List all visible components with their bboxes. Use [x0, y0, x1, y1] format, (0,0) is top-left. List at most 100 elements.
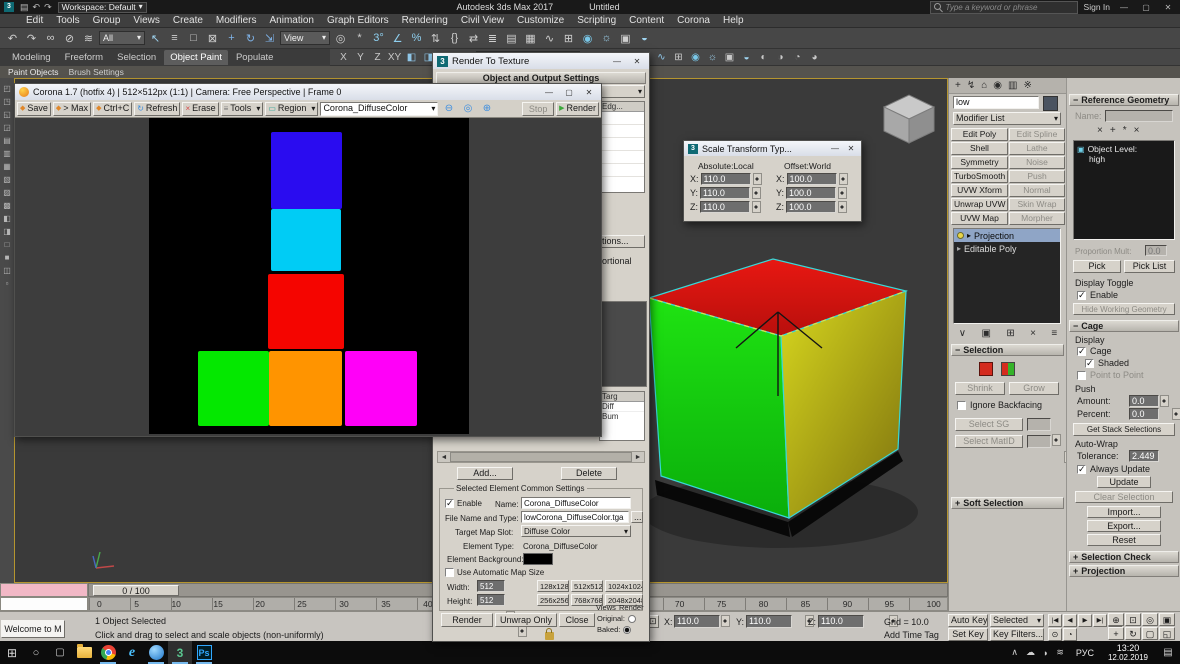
- render-production-icon[interactable]: ◒: [738, 50, 755, 64]
- menu-item[interactable]: Customize: [517, 15, 564, 26]
- modifier-button[interactable]: Edit Spline: [1009, 128, 1065, 141]
- size-128-button[interactable]: 128x128: [537, 580, 569, 592]
- play-icon[interactable]: ▶: [1078, 614, 1092, 627]
- action-center-icon[interactable]: ▤: [1156, 641, 1180, 664]
- menu-item[interactable]: Modifiers: [216, 15, 257, 26]
- tolerance-field[interactable]: 2.449: [1129, 450, 1159, 462]
- rtt-output-row[interactable]: Bum: [600, 412, 644, 421]
- edge-icon[interactable]: e: [120, 641, 144, 664]
- key-set-dropdown[interactable]: Selected: [990, 614, 1044, 627]
- menu-item[interactable]: Views: [133, 15, 160, 26]
- save-icon[interactable]: ▤: [20, 2, 29, 13]
- utilities-tab-icon[interactable]: ※: [1023, 80, 1031, 91]
- camera-icon[interactable]: ◔: [789, 50, 806, 64]
- element-name-field[interactable]: Corona_DiffuseColor: [521, 497, 631, 509]
- percent-field[interactable]: 0.0: [1129, 408, 1159, 420]
- ribbon-tab-object-paint[interactable]: Object Paint: [164, 50, 228, 65]
- absolute-x-spinner[interactable]: [752, 173, 762, 185]
- viewport-layout-tab-icon[interactable]: ▧: [3, 175, 11, 184]
- viewport-layout-tab-icon[interactable]: ◧: [3, 214, 11, 223]
- add-time-tag[interactable]: Add Time Tag: [884, 630, 939, 641]
- copy-button[interactable]: ◆ Ctrl+C: [93, 101, 133, 116]
- viewport-layout-tab-icon[interactable]: ▫: [6, 279, 9, 288]
- absolute-z-field[interactable]: 110.0: [700, 201, 750, 213]
- close-icon[interactable]: ✕: [629, 57, 645, 66]
- rollout-cage[interactable]: − Cage: [1069, 320, 1179, 332]
- reference-coordinate-dropdown[interactable]: View: [280, 31, 330, 45]
- time-slider-handle[interactable]: 0 / 100: [93, 585, 179, 596]
- snaps-toggle-icon[interactable]: 3°: [369, 30, 388, 47]
- viewport-layout-tab-icon[interactable]: ▥: [3, 149, 11, 158]
- auto-key-button[interactable]: Auto Key: [948, 614, 988, 627]
- browse-file-button[interactable]: ...: [631, 511, 643, 523]
- window-crossing-toggle-icon[interactable]: ⊠: [203, 30, 222, 47]
- file-explorer-icon[interactable]: [72, 641, 96, 664]
- object-color-swatch[interactable]: [1043, 96, 1058, 111]
- refresh-button[interactable]: ↻ Refresh: [134, 101, 181, 116]
- pin-stack-icon[interactable]: ∨: [959, 328, 966, 339]
- viewport-layout-tab-icon[interactable]: ◲: [3, 123, 11, 132]
- zoom-out-icon[interactable]: ⊖: [440, 102, 457, 116]
- ribbon-tab-freeform[interactable]: Freeform: [59, 50, 110, 65]
- pick-button[interactable]: Pick: [1073, 260, 1121, 273]
- size-1024-button[interactable]: 1024x1024: [605, 580, 643, 592]
- update-button[interactable]: Update: [1097, 476, 1151, 488]
- grow-button[interactable]: Grow: [1009, 382, 1059, 395]
- menu-item[interactable]: Create: [173, 15, 203, 26]
- offset-z-spinner[interactable]: [838, 201, 847, 213]
- modifier-button[interactable]: Symmetry: [951, 156, 1008, 169]
- tools-dropdown[interactable]: ≡ Tools: [220, 101, 264, 116]
- field-of-view-icon[interactable]: ◱: [1159, 627, 1175, 640]
- pick-list-button[interactable]: Pick List: [1124, 260, 1175, 273]
- scroll-left-icon[interactable]: ◄: [438, 454, 450, 461]
- polygon-modeling-icon[interactable]: ◧: [403, 50, 420, 64]
- remove-modifier-icon[interactable]: ×: [1030, 328, 1036, 339]
- reference-name-field[interactable]: [1105, 110, 1173, 122]
- material-editor-icon[interactable]: ◉: [687, 50, 704, 64]
- select-and-link-icon[interactable]: ∞: [41, 30, 60, 47]
- rtt-preset-dropdown[interactable]: [601, 85, 645, 98]
- viewcube[interactable]: [873, 85, 945, 147]
- taskbar-clock[interactable]: 13:20 12.02.2019: [1100, 643, 1156, 663]
- network-icon[interactable]: ≋: [1056, 647, 1064, 658]
- maximize-icon[interactable]: ▢: [561, 88, 577, 97]
- scroll-right-icon[interactable]: ►: [632, 454, 644, 461]
- modifier-button[interactable]: Normal: [1009, 184, 1065, 197]
- angle-snap-toggle-icon[interactable]: ∠: [388, 30, 407, 47]
- orbit-icon[interactable]: ↻: [1125, 627, 1141, 640]
- clear-reference-icon[interactable]: ×: [1134, 125, 1140, 136]
- add-reference-icon[interactable]: +: [1110, 125, 1116, 136]
- pan-icon[interactable]: +: [1108, 627, 1124, 640]
- menu-item[interactable]: Civil View: [461, 15, 504, 26]
- viewport-layout-tab-icon[interactable]: ◫: [3, 266, 11, 275]
- menu-item[interactable]: Help: [723, 15, 744, 26]
- axis-constraint-y-icon[interactable]: Y: [352, 50, 369, 64]
- modifier-list-dropdown[interactable]: Modifier List: [953, 112, 1061, 125]
- extras-icon[interactable]: ◕: [806, 50, 823, 64]
- rollout-toggle-icon[interactable]: −: [955, 345, 960, 356]
- maximize-icon[interactable]: ▢: [1138, 3, 1154, 12]
- scene-cube[interactable]: [630, 254, 920, 554]
- width-field[interactable]: 512: [477, 580, 505, 592]
- cage-checkbox[interactable]: [1077, 347, 1086, 356]
- region-dropdown[interactable]: ▭ Region: [265, 101, 319, 116]
- size-256-button[interactable]: 256x256: [537, 594, 569, 606]
- target-map-slot-dropdown[interactable]: Diffuse Color: [521, 525, 631, 537]
- select-and-rotate-icon[interactable]: ↻: [241, 30, 260, 47]
- absolute-x-field[interactable]: 110.0: [700, 173, 751, 185]
- always-update-checkbox[interactable]: [1077, 465, 1086, 474]
- previous-frame-icon[interactable]: ◀: [1063, 614, 1077, 627]
- offset-x-field[interactable]: 100.0: [786, 173, 837, 185]
- viewport-layout-tab-icon[interactable]: ▤: [3, 136, 11, 145]
- align-icon[interactable]: ≣: [483, 30, 502, 47]
- modifier-enable-icon[interactable]: [957, 232, 964, 239]
- display-tab-icon[interactable]: ▥: [1008, 80, 1017, 91]
- viewport-layout-tab-icon[interactable]: ◱: [3, 110, 11, 119]
- minimize-icon[interactable]: —: [541, 88, 557, 97]
- rtt-close-button[interactable]: Close: [559, 613, 595, 627]
- key-filters-button[interactable]: Key Filters...: [990, 628, 1044, 641]
- stop-button[interactable]: Stop: [522, 101, 555, 116]
- absolute-z-spinner[interactable]: [752, 201, 761, 213]
- material-editor-icon[interactable]: ◉: [578, 30, 597, 47]
- axis-constraint-x-icon[interactable]: X: [335, 50, 352, 64]
